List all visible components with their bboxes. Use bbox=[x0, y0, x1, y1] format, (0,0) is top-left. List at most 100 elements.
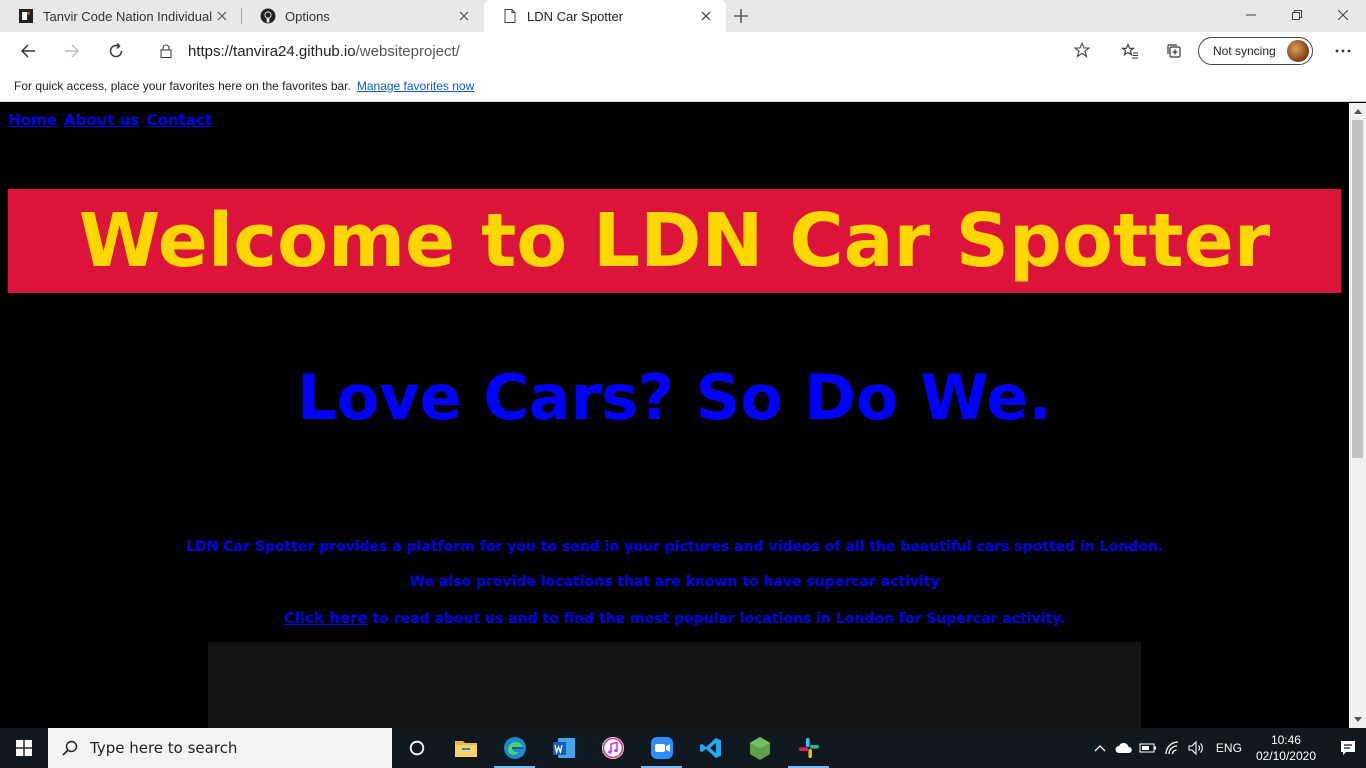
nav-link-home[interactable]: Home bbox=[8, 111, 57, 129]
add-favorite-star-icon[interactable] bbox=[1073, 41, 1091, 63]
page-scrollbar[interactable] bbox=[1349, 103, 1366, 728]
lock-icon[interactable] bbox=[145, 44, 187, 58]
volume-icon[interactable] bbox=[1184, 728, 1208, 768]
profile-sync-button[interactable]: Not syncing bbox=[1198, 37, 1313, 65]
minimize-button[interactable] bbox=[1228, 0, 1274, 30]
scroll-up-arrow-icon[interactable] bbox=[1349, 103, 1366, 120]
onedrive-cloud-icon[interactable] bbox=[1112, 728, 1136, 768]
clock-time: 10:46 bbox=[1270, 733, 1301, 747]
page-viewport: Home About us Contact Welcome to LDN Car… bbox=[0, 103, 1349, 728]
site-nav: Home About us Contact bbox=[8, 111, 214, 129]
sync-label: Not syncing bbox=[1213, 44, 1276, 58]
codenation-favicon-icon bbox=[19, 9, 33, 23]
taskbar-app-file-explorer[interactable] bbox=[441, 728, 490, 768]
taskbar-search-box[interactable]: Type here to search bbox=[48, 728, 392, 768]
action-center-button[interactable] bbox=[1330, 728, 1366, 768]
cortana-button[interactable] bbox=[392, 728, 441, 768]
tab-title: Tanvir Code Nation Individual Ta bbox=[43, 8, 212, 24]
close-tab-icon[interactable] bbox=[696, 6, 716, 26]
taskbar-app-slack[interactable] bbox=[784, 728, 833, 768]
nav-link-contact[interactable]: Contact bbox=[146, 111, 211, 129]
embedded-video[interactable] bbox=[208, 642, 1141, 728]
taskbar-app-nodejs[interactable] bbox=[735, 728, 784, 768]
click-here-paragraph: Click here to read about us and to find … bbox=[0, 609, 1349, 627]
search-placeholder: Type here to search bbox=[90, 739, 238, 757]
page-title: Welcome to LDN Car Spotter bbox=[78, 198, 1271, 284]
close-tab-icon[interactable] bbox=[212, 6, 232, 26]
system-tray: ENG 10:46 02/10/2020 bbox=[1088, 728, 1366, 768]
restore-icon bbox=[1292, 10, 1302, 20]
avatar bbox=[1287, 40, 1309, 62]
new-tab-button[interactable] bbox=[726, 0, 756, 32]
tab-title: LDN Car Spotter bbox=[527, 8, 624, 24]
hero-banner: Welcome to LDN Car Spotter bbox=[8, 189, 1341, 293]
cortana-icon bbox=[409, 740, 424, 756]
tab-options[interactable]: Options bbox=[242, 0, 484, 32]
click-here-link[interactable]: Click here bbox=[284, 609, 368, 627]
tab-title: Options bbox=[285, 8, 330, 24]
tab-ldn-car-spotter[interactable]: LDN Car Spotter bbox=[484, 0, 726, 32]
close-window-button[interactable] bbox=[1320, 0, 1366, 30]
address-bar[interactable]: https://tanvira24.github.io/websiteproje… bbox=[145, 36, 1100, 66]
taskbar-app-vscode[interactable] bbox=[686, 728, 735, 768]
nodejs-icon bbox=[749, 737, 770, 760]
search-icon bbox=[62, 740, 78, 756]
notification-icon bbox=[1341, 741, 1355, 755]
tab-codenation[interactable]: Tanvir Code Nation Individual Ta bbox=[0, 0, 242, 32]
locations-paragraph: We also provide locations that are known… bbox=[409, 574, 940, 590]
refresh-button[interactable] bbox=[94, 32, 138, 70]
settings-more-button[interactable] bbox=[1321, 32, 1365, 70]
favorites-bar-text: For quick access, place your favorites h… bbox=[14, 78, 351, 93]
favorites-button[interactable] bbox=[1108, 32, 1152, 70]
click-here-text: to read about us and to find the most po… bbox=[367, 611, 1066, 627]
taskbar-app-edge[interactable] bbox=[490, 728, 539, 768]
taskbar-app-zoom[interactable] bbox=[637, 728, 686, 768]
slack-icon bbox=[798, 738, 819, 758]
favorites-list-icon bbox=[1121, 43, 1138, 59]
minimize-icon bbox=[1246, 14, 1256, 16]
toolbar-right: Not syncing bbox=[1108, 32, 1365, 70]
refresh-icon bbox=[109, 43, 123, 58]
edge-icon bbox=[503, 737, 526, 759]
back-button[interactable] bbox=[6, 32, 50, 70]
taskbar-app-word[interactable] bbox=[539, 728, 588, 768]
scroll-down-arrow-icon[interactable] bbox=[1349, 711, 1366, 728]
close-tab-icon[interactable] bbox=[454, 6, 474, 26]
restore-button[interactable] bbox=[1274, 0, 1320, 30]
tagline-heading: Love Cars? So Do We. bbox=[297, 361, 1052, 434]
tray-overflow-chevron-icon[interactable] bbox=[1088, 728, 1112, 768]
tab-strip: Tanvir Code Nation Individual Ta Options… bbox=[0, 0, 1366, 32]
page-icon bbox=[504, 9, 516, 23]
url-text[interactable]: https://tanvira24.github.io/websiteproje… bbox=[188, 43, 460, 60]
browser-toolbar: https://tanvira24.github.io/websiteproje… bbox=[0, 32, 1366, 70]
battery-icon[interactable] bbox=[1136, 728, 1160, 768]
arrow-left-icon bbox=[20, 44, 35, 58]
window-controls bbox=[1228, 0, 1366, 32]
close-icon bbox=[1338, 10, 1348, 20]
file-explorer-icon bbox=[454, 741, 477, 757]
wifi-icon[interactable] bbox=[1160, 728, 1184, 768]
windows-logo-icon bbox=[16, 740, 32, 756]
taskbar-app-itunes[interactable] bbox=[588, 728, 637, 768]
clock-date: 02/10/2020 bbox=[1255, 749, 1316, 763]
favorites-bar: For quick access, place your favorites h… bbox=[0, 70, 1366, 102]
more-dots-icon bbox=[1335, 49, 1351, 53]
intro-paragraph: LDN Car Spotter provides a platform for … bbox=[186, 539, 1163, 555]
zoom-icon bbox=[650, 737, 673, 759]
taskbar-clock[interactable]: 10:46 02/10/2020 bbox=[1256, 732, 1316, 764]
vscode-icon bbox=[699, 738, 721, 758]
manage-favorites-link[interactable]: Manage favorites now bbox=[357, 79, 474, 93]
itunes-icon bbox=[601, 737, 624, 759]
github-icon bbox=[260, 8, 276, 24]
scrollbar-thumb[interactable] bbox=[1352, 120, 1363, 458]
plus-icon bbox=[734, 9, 748, 23]
nav-link-about-us[interactable]: About us bbox=[64, 111, 139, 129]
forward-button[interactable] bbox=[50, 32, 94, 70]
language-indicator[interactable]: ENG bbox=[1216, 741, 1242, 755]
windows-taskbar: Type here to search ENG 10:46 02/10/2020 bbox=[0, 728, 1366, 768]
collections-button[interactable] bbox=[1152, 32, 1196, 70]
start-button[interactable] bbox=[0, 728, 48, 768]
url-path: /websiteproject/ bbox=[355, 42, 460, 60]
word-icon bbox=[552, 738, 575, 758]
arrow-right-icon bbox=[65, 44, 80, 58]
